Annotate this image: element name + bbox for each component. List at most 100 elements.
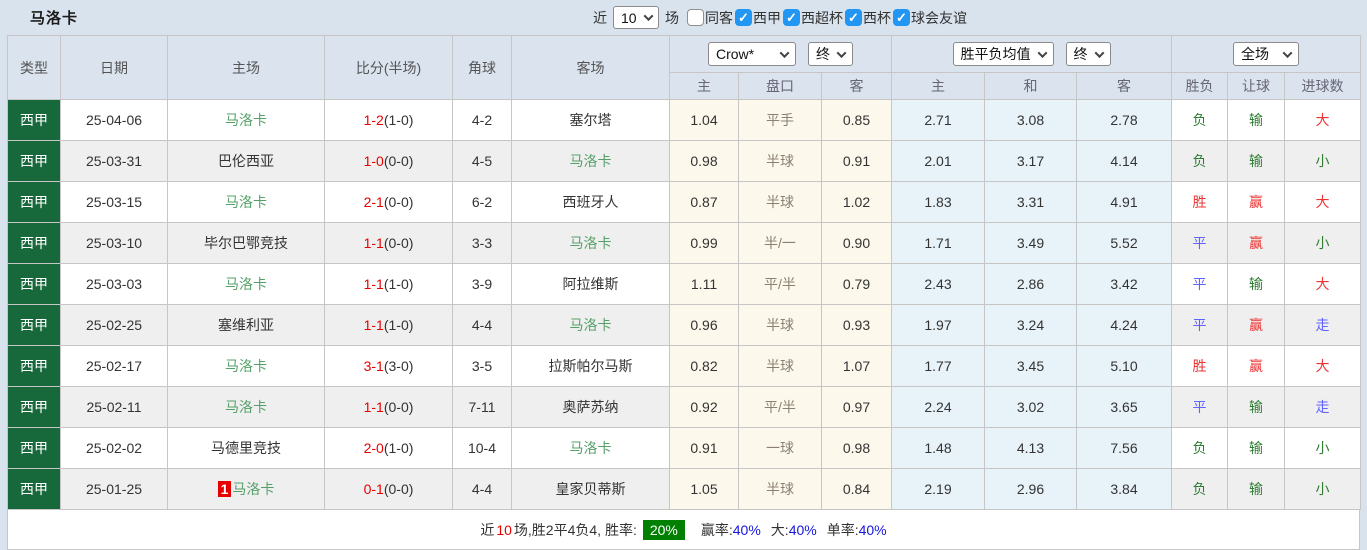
- sub-header-goals: 进球数: [1284, 72, 1361, 100]
- result-cell: 平: [1171, 222, 1228, 264]
- away-team-cell: 皇家贝蒂斯: [511, 468, 670, 510]
- handicap-line: 平/半: [738, 386, 822, 428]
- handicap-away-odds: 0.90: [821, 222, 892, 264]
- home-team-cell: 1 马洛卡: [167, 468, 325, 510]
- checkbox-checked-icon[interactable]: ✓: [845, 9, 862, 26]
- away-team-name: 马洛卡: [569, 235, 612, 251]
- league-cell: 西甲: [7, 222, 61, 264]
- league-cell: 西甲: [7, 181, 61, 223]
- handicap-line: 平/半: [738, 263, 822, 305]
- handicap-win-rate: 赢率:40%: [701, 520, 761, 540]
- league-cell: 西甲: [7, 140, 61, 182]
- handicap-dropdown-cell: Crow* 终: [669, 35, 892, 73]
- avg-time-select[interactable]: 终: [1065, 42, 1111, 66]
- score-cell: 2-1(0-0): [324, 181, 453, 223]
- match-row: 西甲 25-02-02 马德里竞技 2-0(1-0) 10-4 马洛卡 0.91 一球 0.98…: [7, 427, 1361, 469]
- bookmaker-value: Crow*: [716, 46, 755, 62]
- match-row: 西甲 25-04-06 马洛卡 1-2(1-0) 4-2 塞尔塔 1.04 平手 0.85 2.7…: [7, 99, 1361, 141]
- home-team-cell: 马德里竞技: [167, 427, 325, 469]
- stat-label: 大:: [770, 521, 789, 538]
- away-team-cell: 塞尔塔: [511, 99, 670, 141]
- away-team-name: 马洛卡: [569, 317, 612, 333]
- home-team-name: 马洛卡: [225, 358, 267, 374]
- match-history-panel: 马洛卡 近 10 场 同客 ✓ 西甲 ✓ 西超杯 ✓ 西杯 ✓ 球会友谊 类型 日期: [0, 0, 1367, 550]
- league-cell: 西甲: [7, 427, 61, 469]
- filter-league-3: ✓ 西杯: [845, 8, 891, 28]
- goals-result-cell: 走: [1284, 386, 1361, 428]
- away-team-name: 拉斯帕尔马斯: [548, 358, 633, 374]
- handicap-line: 一球: [738, 427, 822, 469]
- chevron-down-icon: [643, 11, 654, 22]
- home-team-cell: 马洛卡: [167, 386, 325, 428]
- recent-games-value: 10: [621, 9, 637, 26]
- recent-games-select[interactable]: 10: [613, 6, 659, 29]
- fulltime-score: 2-1: [363, 194, 384, 210]
- score-cell: 1-1(1-0): [324, 263, 453, 305]
- handicap-home-odds: 1.11: [669, 263, 739, 305]
- avg-draw-odds: 3.24: [984, 304, 1077, 346]
- away-team-name: 皇家贝蒂斯: [555, 481, 626, 497]
- score-cell: 1-1(0-0): [324, 386, 453, 428]
- avg-home-odds: 2.01: [891, 140, 985, 182]
- filter-label: 西超杯: [801, 9, 843, 26]
- league-cell: 西甲: [7, 99, 61, 141]
- avg-draw-odds: 3.08: [984, 99, 1077, 141]
- score-cell: 1-1(1-0): [324, 304, 453, 346]
- home-team-name: 塞维利亚: [218, 317, 274, 333]
- avg-time-value: 终: [1073, 46, 1088, 62]
- games-label: 场: [665, 9, 679, 26]
- handicap-away-odds: 0.93: [821, 304, 892, 346]
- checkbox-checked-icon[interactable]: ✓: [893, 9, 910, 26]
- chevron-down-icon: [836, 47, 847, 58]
- bookmaker-select[interactable]: Crow*: [708, 42, 796, 66]
- home-team-name: 马洛卡: [225, 399, 267, 415]
- fulltime-score: 1-2: [363, 112, 384, 128]
- handicap-result-cell: 输: [1227, 427, 1285, 469]
- avg-type-select[interactable]: 胜平负均值: [952, 42, 1054, 66]
- corners-cell: 3-9: [452, 263, 512, 305]
- goals-result-cell: 大: [1284, 99, 1361, 141]
- handicap-home-odds: 0.96: [669, 304, 739, 346]
- home-team-name: 马洛卡: [225, 112, 267, 128]
- bookmaker-time-select[interactable]: 终: [808, 42, 853, 66]
- halftime-score: (1-0): [383, 440, 414, 456]
- home-team-cell: 巴伦西亚: [167, 140, 325, 182]
- sub-header-avg-away: 客: [1076, 72, 1172, 100]
- win-rate-badge: 20%: [642, 519, 685, 540]
- date-cell: 25-02-25: [60, 304, 168, 346]
- avg-draw-odds: 3.02: [984, 386, 1077, 428]
- away-team-cell: 马洛卡: [511, 427, 670, 469]
- match-row: 西甲 25-02-17 马洛卡 3-1(3-0) 3-5 拉斯帕尔马斯 0.82 半球 1.07…: [7, 345, 1361, 387]
- away-team-name: 塞尔塔: [569, 112, 612, 128]
- fulltime-score: 0-1: [363, 481, 384, 497]
- corners-cell: 4-5: [452, 140, 512, 182]
- scope-select[interactable]: 全场: [1233, 42, 1299, 66]
- date-cell: 25-02-17: [60, 345, 168, 387]
- avg-away-odds: 3.84: [1076, 468, 1172, 510]
- filter-checkbox-group: 同客 ✓ 西甲 ✓ 西超杯 ✓ 西杯 ✓ 球会友谊: [685, 8, 967, 28]
- handicap-home-odds: 0.82: [669, 345, 739, 387]
- corners-cell: 4-4: [452, 304, 512, 346]
- handicap-home-odds: 1.04: [669, 99, 739, 141]
- result-cell: 平: [1171, 263, 1228, 305]
- sub-header-result: 胜负: [1171, 72, 1228, 100]
- goals-result-cell: 大: [1284, 181, 1361, 223]
- home-team-cell: 马洛卡: [167, 263, 325, 305]
- checkbox-unchecked-icon[interactable]: [687, 9, 704, 26]
- scope-value: 全场: [1241, 46, 1269, 62]
- handicap-home-odds: 0.91: [669, 427, 739, 469]
- fulltime-score: 1-1: [363, 399, 384, 415]
- goals-result-cell: 小: [1284, 140, 1361, 182]
- checkbox-checked-icon[interactable]: ✓: [783, 9, 800, 26]
- halftime-score: (3-0): [383, 358, 414, 374]
- handicap-result-cell: 输: [1227, 99, 1285, 141]
- checkbox-checked-icon[interactable]: ✓: [735, 9, 752, 26]
- result-cell: 平: [1171, 304, 1228, 346]
- handicap-home-odds: 0.98: [669, 140, 739, 182]
- avg-home-odds: 1.97: [891, 304, 985, 346]
- fulltime-score: 1-0: [363, 153, 384, 169]
- handicap-line: 半球: [738, 181, 822, 223]
- match-row: 西甲 25-03-10 毕尔巴鄂竞技 1-1(0-0) 3-3 马洛卡 0.99 半/一 0.9…: [7, 222, 1361, 264]
- odd-rate: 单率:40%: [827, 520, 887, 540]
- handicap-result-cell: 赢: [1227, 181, 1285, 223]
